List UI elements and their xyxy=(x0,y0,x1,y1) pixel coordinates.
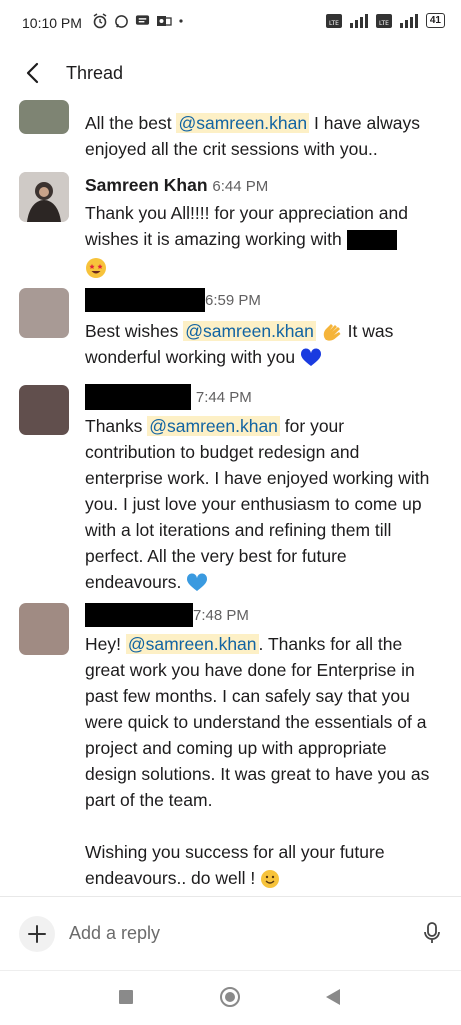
message-text: All the best @samreen.khan I have always… xyxy=(85,113,421,159)
triangle-back-icon xyxy=(326,989,340,1005)
voice-message-button[interactable] xyxy=(423,921,441,950)
battery-indicator: 41 xyxy=(425,13,445,28)
square-icon xyxy=(119,990,133,1004)
thread-header: Thread xyxy=(0,50,461,98)
message-body: 7:48 PM Hey! @samreen.khan. Thanks for a… xyxy=(85,601,435,891)
message-time: 7:48 PM xyxy=(193,607,249,624)
sender-name[interactable]: Samreen Khan xyxy=(85,175,208,195)
avatar[interactable] xyxy=(19,603,69,655)
avatar[interactable] xyxy=(19,172,69,222)
message-body: 7:44 PM Thanks @samreen.khan for your co… xyxy=(85,383,435,595)
thread-list[interactable]: All the best @samreen.khan I have always… xyxy=(0,98,461,896)
redacted-name xyxy=(85,384,191,411)
message-text: Best wishes @samreen.khan It was wonderf… xyxy=(85,321,394,367)
message-text: Thank you All!!!! for your appreciation … xyxy=(85,203,408,251)
message-text: Thanks @samreen.khan for your contributi… xyxy=(85,416,430,592)
redacted-name xyxy=(85,288,205,313)
svg-text:LTE: LTE xyxy=(379,20,389,27)
avatar xyxy=(19,100,69,134)
signal-icon xyxy=(349,13,368,28)
star-struck-emoji-icon xyxy=(86,258,106,279)
user-mention[interactable]: @samreen.khan xyxy=(176,113,310,133)
microphone-icon xyxy=(424,922,440,943)
dot-icon xyxy=(179,19,183,23)
user-mention[interactable]: @samreen.khan xyxy=(183,321,316,341)
message-icon xyxy=(135,15,150,25)
status-bar: 10:10 PM LTE LTE 41 xyxy=(0,0,461,50)
message-time: 6:59 PM xyxy=(205,292,261,309)
outlook-icon xyxy=(157,16,172,26)
message-body: Samreen Khan 6:44 PM Thank you All!!!! f… xyxy=(85,172,435,280)
user-mention[interactable]: @samreen.khan xyxy=(147,416,280,436)
profile-photo-icon xyxy=(19,172,69,222)
recents-button[interactable] xyxy=(119,990,133,1009)
reply-composer: Add a reply xyxy=(0,896,461,975)
signal-icon-2 xyxy=(399,13,418,28)
alarm-icon xyxy=(93,13,107,29)
user-mention[interactable]: @samreen.khan xyxy=(125,634,259,654)
reply-input[interactable]: Add a reply xyxy=(69,923,160,944)
add-attachment-button[interactable] xyxy=(19,916,55,952)
system-nav-bar xyxy=(0,970,461,1025)
back-nav-button[interactable] xyxy=(326,989,341,1010)
blue-heart-emoji-icon xyxy=(187,573,208,592)
message-text-paragraph: Wishing you success for all your future … xyxy=(85,842,385,889)
redacted-name xyxy=(85,603,193,628)
whatsapp-icon xyxy=(115,14,128,28)
clapping-hands-emoji-icon xyxy=(323,324,341,342)
page-title: Thread xyxy=(66,63,124,83)
chevron-left-icon xyxy=(26,62,39,84)
plus-icon xyxy=(28,925,46,943)
volte-icon: LTE xyxy=(325,13,342,28)
back-button[interactable] xyxy=(22,61,44,90)
message-body: 6:59 PM Best wishes @samreen.khan It was… xyxy=(85,286,435,370)
status-time: 10:10 PM xyxy=(22,15,82,31)
blue-heart-emoji-icon xyxy=(300,348,322,367)
status-right: LTE LTE 41 xyxy=(325,13,445,28)
circle-icon xyxy=(220,987,240,1007)
message-text: Hey! @samreen.khan. Thanks for all the g… xyxy=(85,634,430,810)
smiling-face-emoji-icon xyxy=(261,870,280,889)
message-time: 7:44 PM xyxy=(195,389,252,406)
svg-text:LTE: LTE xyxy=(329,20,339,27)
home-button[interactable] xyxy=(219,986,241,1013)
volte-icon-2: LTE xyxy=(375,13,392,28)
message-time: 6:44 PM xyxy=(212,178,269,195)
status-icons xyxy=(92,13,184,29)
avatar[interactable] xyxy=(19,385,69,435)
avatar[interactable] xyxy=(19,288,69,338)
redacted-name xyxy=(346,230,397,251)
